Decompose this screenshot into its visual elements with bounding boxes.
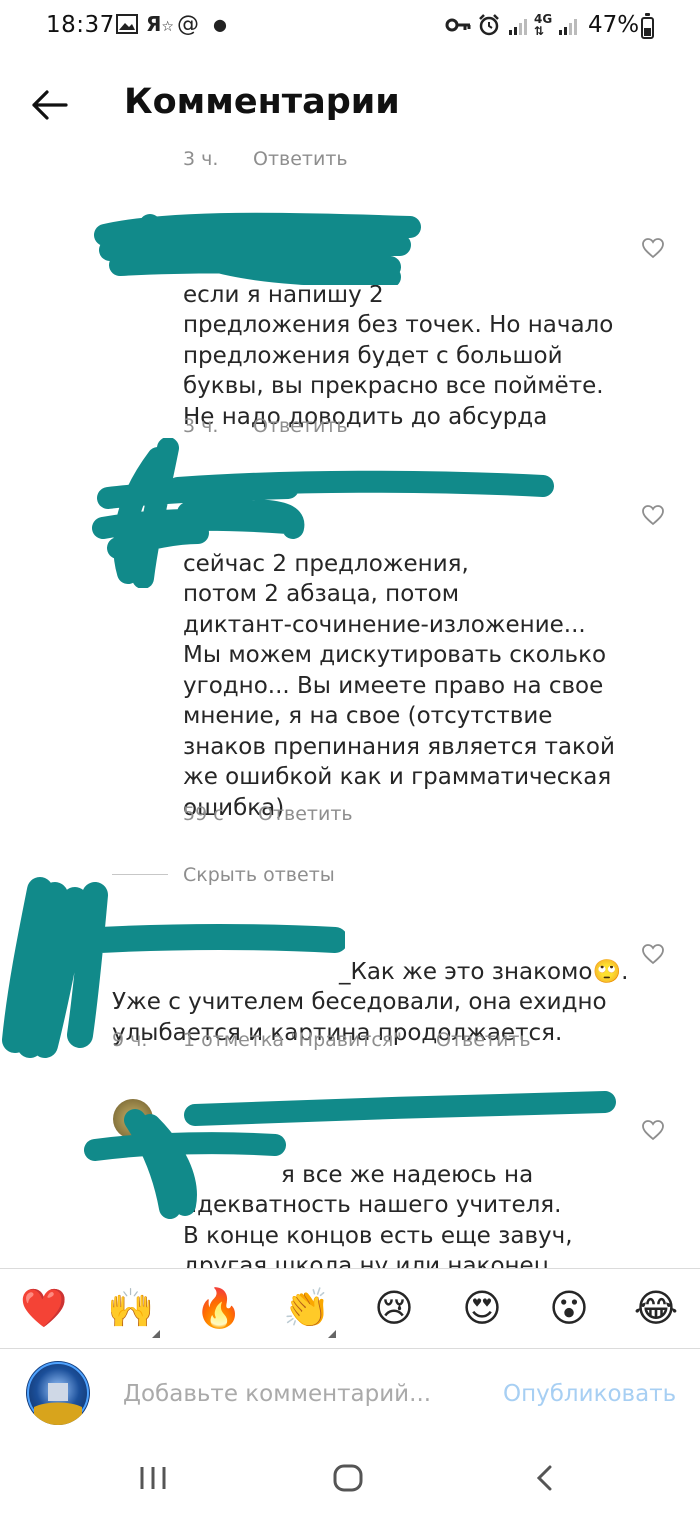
status-bar: 18:37 Я☆ @ ● 4G ⇅ 47% [0,0,700,56]
signal-icon-2 [558,18,578,40]
dot-icon: ● [213,15,227,34]
comment-text: я все же надеюсь на адекватность нашего … [183,1161,573,1269]
skin-tone-indicator [152,1330,160,1338]
divider [0,1348,700,1349]
battery-percent: 47% [588,12,640,38]
comment-text: сейчас 2 предложения, потом 2 абзаца, по… [183,550,615,821]
emoji-clapping[interactable]: 👏 [282,1285,332,1331]
network-4g-icon: 4G ⇅ [534,12,553,38]
skin-tone-indicator [328,1330,336,1338]
hide-replies-button[interactable]: Скрыть ответы [183,864,335,886]
like-heart-icon[interactable] [641,237,665,259]
reply-button[interactable]: Ответить [258,803,353,825]
battery-icon [641,13,654,39]
emoji-laughing[interactable]: 😂 [631,1285,681,1331]
emoji-fire[interactable]: 🔥 [194,1285,244,1331]
like-heart-icon[interactable] [641,504,665,526]
comment-time: 3 ч. [183,415,219,437]
emoji-surprised[interactable]: 😮 [544,1285,594,1331]
translate-icon: Я☆ [146,12,174,36]
emoji-crying[interactable]: 😢 [369,1285,419,1331]
comment-input[interactable]: Добавьте комментарий... [123,1381,431,1407]
page-title: Комментарии [124,82,400,122]
comment-time: 9 ч. [112,1029,148,1051]
hide-replies-line [112,874,168,875]
system-nav-bar [0,1446,700,1517]
at-icon: @ [177,12,199,37]
reply-button[interactable]: Ответить [253,415,348,437]
emoji-heart-eyes[interactable]: 😍 [457,1285,507,1331]
comment-time: 59 с [183,803,224,825]
back-arrow-icon[interactable] [28,84,70,126]
signal-icon [508,18,528,40]
likes-count[interactable]: 1 отметка "Нравится" [183,1029,402,1051]
user-avatar[interactable] [26,1361,90,1425]
emoji-heart[interactable]: ❤️ [19,1285,69,1331]
comment-text: если я напишу 2 предложения без точек. Н… [183,281,614,430]
divider [0,1268,700,1269]
home-icon[interactable] [333,1464,363,1496]
reply-button[interactable]: Ответить [253,148,348,170]
avatar[interactable] [113,1099,153,1139]
like-heart-icon[interactable] [641,943,665,965]
comment-time: 3 ч. [183,148,219,170]
alarm-icon [477,13,501,40]
gallery-icon [116,14,138,37]
status-time: 18:37 [46,12,115,38]
emoji-raised-hands[interactable]: 🙌 [106,1285,156,1331]
back-icon[interactable] [535,1465,553,1495]
recent-apps-icon[interactable] [139,1465,167,1495]
reply-button[interactable]: Ответить [436,1029,531,1051]
last-comment: я все же надеюсь на адекватность нашего … [0,1090,700,1268]
publish-button[interactable]: Опубликовать [503,1381,676,1407]
key-icon [445,16,471,36]
like-heart-icon[interactable] [641,1119,665,1141]
